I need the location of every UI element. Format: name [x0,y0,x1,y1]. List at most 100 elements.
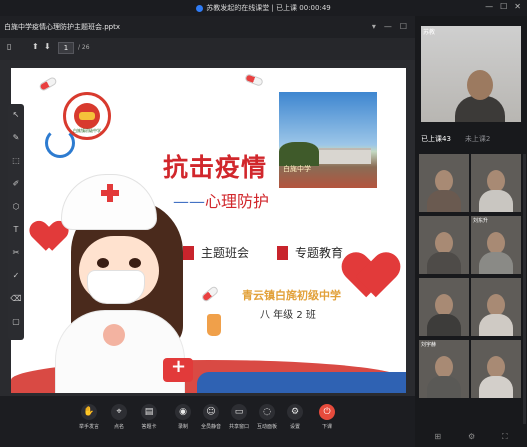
photo-trees [279,142,319,166]
student-tile[interactable] [419,154,469,212]
photo-sign: 白旄中学 [283,165,311,173]
select-tool-icon[interactable]: ⬚ [10,154,22,168]
classroom-app: 苏教发起的在线课堂 | 已上课 00:00:49 — ☐ ✕ 白旄中学疫情心理防… [0,0,527,447]
page-number-input[interactable]: 1 [58,42,74,54]
student-name: 刘东升 [473,218,489,224]
fullscreen-icon[interactable]: ⛶ [502,432,508,442]
gear-icon: ⚙ [287,404,303,420]
attendance-tabs: 已上课43 未上课2 [421,134,521,148]
tab-not-in-class[interactable]: 未上课2 [465,134,490,148]
student-tile[interactable] [471,278,521,336]
minimize-share-icon[interactable]: — [384,22,392,31]
card-icon: ▤ [141,404,157,420]
roll-call-button[interactable]: ⌖ 点名 [106,404,132,430]
maximize-share-icon[interactable]: ☐ [400,22,407,31]
scissors-tool-icon[interactable]: ✂ [10,246,22,260]
button-label: 举手发言 [78,424,99,430]
slides-panel-icon[interactable]: ▯ [7,42,11,51]
eraser-tool-icon[interactable]: ⌫ [10,292,22,306]
laser-tool-icon[interactable]: ✎ [10,131,22,145]
student-head [435,232,453,254]
button-label: 答题卡 [141,424,157,430]
slide-blue-band [197,372,406,393]
interaction-panel-button[interactable]: ◌ 互动面板 [254,404,280,430]
maximize-icon[interactable]: ☐ [500,2,507,11]
slide-main-title: 抗击疫情 [163,153,268,182]
student-tile[interactable]: 刘东升 [471,216,521,274]
screen-tool-icon[interactable]: ▢ [10,315,22,329]
pill-graphic [38,76,58,92]
teacher-label: 苏教 [423,29,436,36]
settings-button[interactable]: ⚙ 设置 [282,404,308,430]
power-icon: ⏻ [319,404,335,420]
minimize-icon[interactable]: — [485,2,493,11]
dropdown-icon[interactable]: ▾ [372,22,376,31]
pen-tool-icon[interactable]: ✐ [10,177,22,191]
student-head [435,294,453,316]
hand-icon: ✋ [81,404,97,420]
mute-icon: ☺ [203,404,219,420]
student-tile[interactable] [471,154,521,212]
nurse-hands [103,324,125,346]
screen-share-icon: ▭ [231,404,247,420]
teacher-head [467,70,493,100]
nurse-eye [97,258,109,268]
shared-screen: 白旄中学疫情心理防护主题班会.pptx ▾ — ☐ ▯ ⬆ ⬇ 1 / 26 白… [0,16,415,396]
end-class-button[interactable]: ⏻ 下课 [314,404,340,430]
subtitle-dash: —— [173,192,205,211]
title-bar: 苏教发起的在线课堂 | 已上课 00:00:49 — ☐ ✕ [0,0,527,16]
red-cross-icon [101,184,119,202]
pointer-tool-icon[interactable]: ↖ [10,108,22,122]
student-torso [427,376,461,398]
record-button[interactable]: ◉ 录制 [170,404,196,430]
student-tile[interactable]: 刘宇赫 [419,340,469,398]
participant-panel: 苏教 已上课43 未上课2 刘东升 刘宇赫 ⊞ ⚙ ⛶ [415,16,527,447]
bullet-square-icon [277,245,288,260]
first-aid-kit-icon [163,356,193,382]
student-head [487,170,505,192]
slide-subtitle: ——心理防护 [173,188,269,212]
tag-theme-meeting: 主题班会 [183,244,249,261]
button-label: 下课 [321,424,332,430]
record-icon: ◉ [175,404,191,420]
text-tool-icon[interactable]: T [10,223,22,237]
nurse-mask [87,270,145,304]
student-name: 刘宇赫 [421,342,437,348]
student-tile[interactable] [419,278,469,336]
button-label: 点名 [113,424,124,430]
check-tool-icon[interactable]: ✓ [10,269,22,283]
student-tile[interactable] [419,216,469,274]
shape-tool-icon[interactable]: ⬡ [10,200,22,214]
tab-in-class[interactable]: 已上课43 [421,134,451,148]
answer-card-button[interactable]: ▤ 答题卡 [136,404,162,430]
grid-view-icon[interactable]: ⊞ [434,432,441,442]
participant-scrollbar[interactable] [523,154,526,424]
student-head [487,232,505,254]
button-label: 全员静音 [200,424,221,430]
slide-canvas: 白旄镇初级中学 白旄中学 抗击疫情 ——心理防护 主题班会 专题教育 青云镇白旄… [11,68,406,393]
share-window-button[interactable]: ▭ 共享窗口 [226,404,252,430]
student-tile[interactable] [471,340,521,398]
live-status-icon [196,4,204,12]
class-name: 八 年级 2 班 [260,310,316,321]
teacher-video[interactable]: 苏教 [421,26,521,122]
student-torso [427,314,461,336]
mute-all-button[interactable]: ☺ 全员静音 [198,404,224,430]
window-title: 苏教发起的在线课堂 | 已上课 00:00:49 [206,4,331,12]
pill-graphic [244,73,264,87]
nurse-eye [129,258,141,268]
panel-settings-icon[interactable]: ⚙ [468,432,475,442]
bottom-control-bar: ✋ 举手发言 ⌖ 点名 ▤ 答题卡 ◉ 录制 ☺ 全员静音 ▭ 共享窗口 ◌ 互动面板 ⚙ 设置… [0,396,415,447]
logo-text: 白旄镇初级中学 [73,128,101,133]
previous-page-icon[interactable]: ⬆ [32,42,39,51]
nurse-cap [61,174,157,230]
next-page-icon[interactable]: ⬇ [44,42,51,51]
share-header: 白旄中学疫情心理防护主题班会.pptx ▾ — ☐ [0,16,415,38]
tag-special-education: 专题教育 [277,244,343,261]
close-icon[interactable]: ✕ [514,2,521,11]
chat-icon: ◌ [259,404,275,420]
title-group: 苏教发起的在线课堂 | 已上课 00:00:49 [196,3,331,13]
heart-graphic [33,222,65,254]
raise-hand-button[interactable]: ✋ 举手发言 [76,404,102,430]
heart-graphic [347,254,395,302]
